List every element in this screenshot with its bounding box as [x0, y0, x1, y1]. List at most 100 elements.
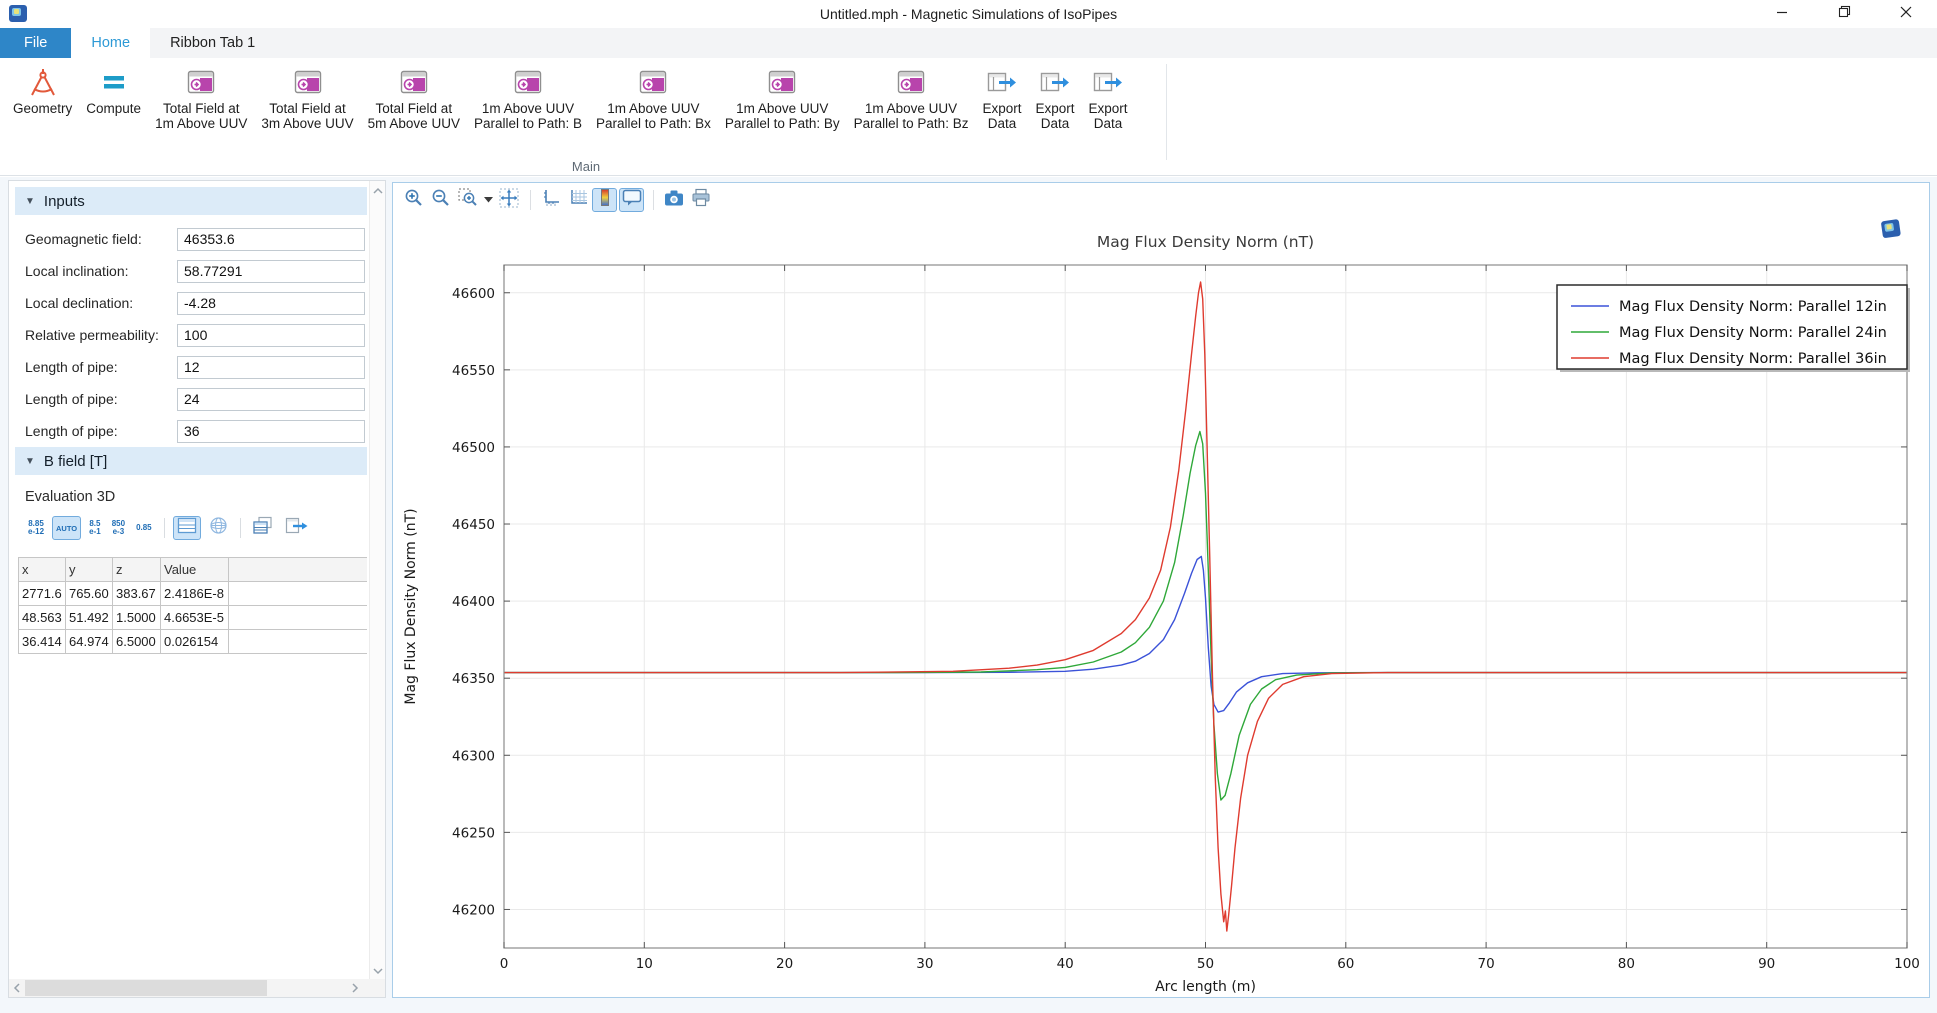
- column-header-y: y: [66, 558, 113, 582]
- bfield-section-header[interactable]: ▼ B field [T]: [15, 447, 367, 475]
- zoom-in-icon: [404, 188, 423, 212]
- zoom-extents-button[interactable]: [496, 188, 521, 212]
- settings-horizontal-scrollbar[interactable]: [9, 979, 385, 997]
- titlebar: Untitled.mph - Magnetic Simulations of I…: [0, 0, 1937, 28]
- sphere-view-button[interactable]: [206, 516, 231, 540]
- y-tick-label: 46600: [452, 286, 495, 302]
- x-tick-label: 20: [776, 956, 793, 972]
- parallel-path-by-button[interactable]: 1m Above UUVParallel to Path: By: [718, 62, 847, 131]
- snapshot-button[interactable]: [661, 188, 686, 212]
- scientific-notation-button[interactable]: 8.5e-1: [86, 516, 104, 540]
- engineering-notation-button[interactable]: 850e-3: [109, 516, 128, 540]
- zoom-out-button[interactable]: [428, 188, 453, 212]
- column-header-empty: [229, 558, 367, 582]
- inputs-section-header[interactable]: ▼ Inputs: [15, 187, 367, 215]
- export-icon: [1040, 66, 1070, 98]
- compute-button[interactable]: Compute: [79, 62, 148, 116]
- table-row[interactable]: 36.41464.9746.50000.026154: [19, 630, 367, 654]
- total-field-5m-button[interactable]: Total Field at5m Above UUV: [361, 62, 467, 131]
- length-of-pipe-field[interactable]: [177, 356, 365, 379]
- total-field-3m-button[interactable]: Total Field at3m Above UUV: [254, 62, 360, 131]
- zoom-in-button[interactable]: [401, 188, 426, 212]
- dropdown-caret-icon[interactable]: [482, 188, 494, 212]
- table-row[interactable]: 2771.6765.60383.672.4186E-8: [19, 582, 367, 606]
- table-row[interactable]: 48.56351.4921.50004.6653E-5: [19, 606, 367, 630]
- export-data-1-button[interactable]: ExportData: [975, 62, 1028, 131]
- y-tick-label: 46250: [452, 825, 495, 841]
- ribbon-button-label: Compute: [86, 101, 141, 116]
- table-cell: 4.6653E-5: [161, 606, 229, 630]
- tooltip-toggle-button[interactable]: [619, 188, 644, 212]
- field-label: Length of pipe:: [25, 391, 177, 407]
- plot-icon: [897, 66, 925, 98]
- parallel-path-bz-button[interactable]: 1m Above UUVParallel to Path: Bz: [847, 62, 976, 131]
- scroll-left-icon[interactable]: [9, 979, 25, 997]
- export-table-button[interactable]: [282, 516, 312, 540]
- close-button[interactable]: [1875, 0, 1937, 28]
- axes-toggle-button[interactable]: [538, 188, 563, 212]
- field-label: Relative permeability:: [25, 327, 177, 343]
- auto-notation-button[interactable]: AUTO: [52, 516, 81, 540]
- x-tick-label: 90: [1758, 956, 1775, 972]
- export-data-2-button[interactable]: ExportData: [1028, 62, 1081, 131]
- x-tick-label: 100: [1894, 956, 1920, 972]
- copy-table-button[interactable]: [249, 516, 277, 540]
- ribbon-button-label: Total Field at5m Above UUV: [368, 101, 460, 131]
- table-header-row: xyzValue: [19, 558, 367, 582]
- x-tick-label: 0: [500, 956, 509, 972]
- legendbar-icon: [597, 188, 613, 212]
- length-of-pipe-field[interactable]: [177, 388, 365, 411]
- scrollbar-thumb[interactable]: [25, 980, 267, 996]
- grid-toggle-button[interactable]: [565, 188, 590, 212]
- table-cell: 64.974: [66, 630, 113, 654]
- field-label: Geomagnetic field:: [25, 231, 177, 247]
- geomagnetic-field-field[interactable]: [177, 228, 365, 251]
- legend-toggle-button[interactable]: [592, 188, 617, 212]
- ribbon-group-label: Main: [6, 159, 1166, 174]
- ribbon-tab-bar: FileHomeRibbon Tab 1: [0, 28, 1937, 58]
- column-header-value: Value: [161, 558, 229, 582]
- legend-entry-label: Mag Flux Density Norm: Parallel 12in: [1619, 299, 1887, 315]
- printer-icon: [691, 188, 711, 212]
- length-of-pipe-field[interactable]: [177, 420, 365, 443]
- y-tick-label: 46350: [452, 671, 495, 687]
- plot-canvas[interactable]: 0102030405060708090100462004625046300463…: [393, 213, 1929, 997]
- workspace: ▼ Inputs Geomagnetic field: Local inclina…: [0, 177, 1937, 1013]
- input-row: Local inclination:: [13, 255, 369, 287]
- x-tick-label: 10: [636, 956, 653, 972]
- geometry-button[interactable]: Geometry: [6, 62, 79, 116]
- tab-ribbon-tab-1[interactable]: Ribbon Tab 1: [150, 28, 275, 58]
- local-inclination-field[interactable]: [177, 260, 365, 283]
- scroll-up-icon[interactable]: [372, 184, 384, 196]
- y-axis-label: Mag Flux Density Norm (nT): [403, 508, 419, 704]
- print-button[interactable]: [688, 188, 713, 212]
- x-tick-label: 70: [1478, 956, 1495, 972]
- decimal-notation-button[interactable]: 0.85: [133, 516, 155, 540]
- parallel-path-b-button[interactable]: 1m Above UUVParallel to Path: B: [467, 62, 589, 131]
- x-tick-label: 50: [1197, 956, 1214, 972]
- grid-icon: [568, 188, 588, 212]
- table-cell: 36.414: [19, 630, 66, 654]
- tooltip-icon: [622, 188, 642, 212]
- scroll-right-icon[interactable]: [347, 979, 363, 997]
- window-title: Untitled.mph - Magnetic Simulations of I…: [0, 6, 1937, 22]
- total-field-1m-button[interactable]: Total Field at1m Above UUV: [148, 62, 254, 131]
- parallel-path-bx-button[interactable]: 1m Above UUVParallel to Path: Bx: [589, 62, 718, 131]
- zoom-box-button[interactable]: [455, 188, 480, 212]
- settings-vertical-scrollbar[interactable]: [369, 181, 385, 979]
- full-precision-button[interactable]: 8.85e-12: [25, 516, 47, 540]
- export-data-3-button[interactable]: ExportData: [1082, 62, 1135, 131]
- local-declination-field[interactable]: [177, 292, 365, 315]
- chart-title: Mag Flux Density Norm (nT): [1097, 233, 1314, 251]
- input-row: Geomagnetic field:: [13, 223, 369, 255]
- tab-home[interactable]: Home: [71, 28, 150, 58]
- tab-file[interactable]: File: [0, 28, 71, 58]
- ribbon-button-label: Geometry: [13, 101, 72, 116]
- minimize-button[interactable]: [1751, 0, 1813, 28]
- table-view-button[interactable]: [173, 516, 201, 540]
- scroll-down-icon[interactable]: [372, 964, 384, 976]
- relative-permeability-field[interactable]: [177, 324, 365, 347]
- restore-button[interactable]: [1813, 0, 1875, 28]
- y-tick-label: 46200: [452, 902, 495, 918]
- toolbar-separator: [164, 518, 165, 538]
